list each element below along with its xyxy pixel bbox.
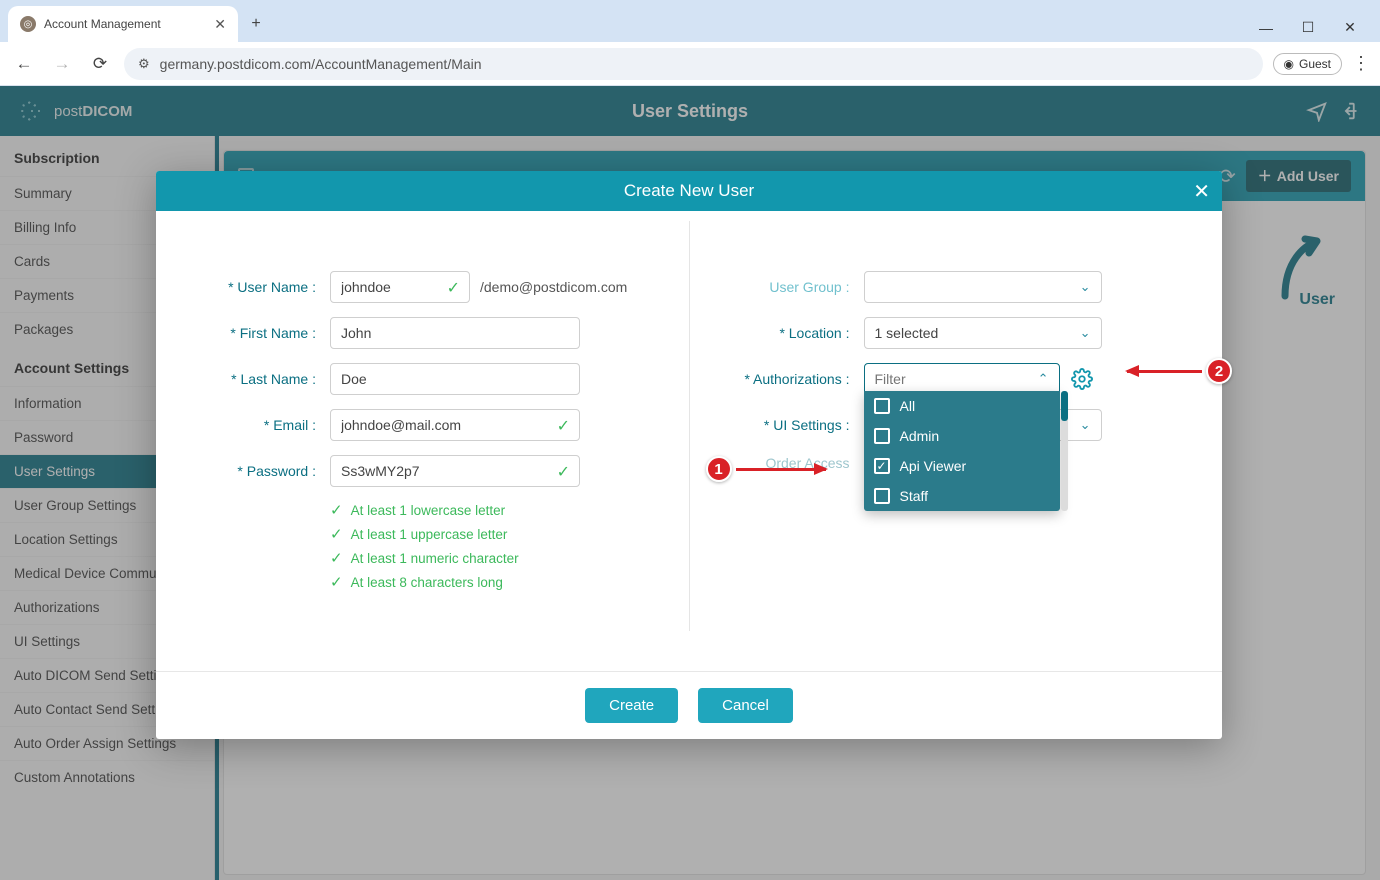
create-user-modal: Create New User ✕ * User Name : ✓ /demo@… [156,171,1222,739]
row-first-name: * First Name : [186,317,659,349]
checkbox-icon [874,428,890,444]
tab-title: Account Management [44,17,161,31]
tab-close-icon[interactable]: ✕ [214,16,226,33]
label-location: * Location : [720,325,850,341]
row-user-group: User Group : ⌄ [720,271,1193,303]
auth-option-staff[interactable]: Staff [864,481,1060,511]
domain-suffix: /demo@postdicom.com [480,279,627,295]
row-user-name: * User Name : ✓ /demo@postdicom.com [186,271,659,303]
row-email: * Email : ✓ [186,409,659,441]
tab-strip: ◎ Account Management ✕ + [8,6,270,42]
guest-label: Guest [1299,57,1331,71]
browser-tab[interactable]: ◎ Account Management ✕ [8,6,238,42]
check-icon: ✓ [557,416,570,436]
password-rules: ✓At least 1 lowercase letter ✓At least 1… [330,501,659,591]
row-password: * Password : ✓ [186,455,659,487]
location-select[interactable]: 1 selected ⌄ [864,317,1102,349]
label-last-name: * Last Name : [186,371,316,387]
modal-footer: Create Cancel [156,671,1222,739]
chevron-up-icon: ⌃ [1038,371,1049,387]
guest-icon: ◉ [1284,57,1294,71]
annotation-arrow-1 [736,468,826,471]
checkbox-icon [874,398,890,414]
label-user-name: * User Name : [186,279,316,295]
cancel-button[interactable]: Cancel [698,688,793,723]
label-authorizations: * Authorizations : [720,371,850,387]
annotation-badge-1: 1 [706,456,732,482]
check-icon: ✓ [330,573,343,591]
location-value: 1 selected [875,325,939,341]
modal-title: Create New User [624,181,754,201]
modal-body: * User Name : ✓ /demo@postdicom.com * Fi… [156,211,1222,671]
profile-button[interactable]: ◉ Guest [1273,53,1343,75]
authorizations-filter-input[interactable] [875,371,1014,387]
auth-option-api-viewer[interactable]: Api Viewer [864,451,1060,481]
label-user-group: User Group : [720,279,850,295]
modal-close-icon[interactable]: ✕ [1193,179,1210,204]
pw-rule: ✓At least 1 lowercase letter [330,501,659,519]
minimize-icon[interactable]: ― [1252,20,1280,36]
checkbox-icon [874,488,890,504]
authorizations-gear-button[interactable] [1068,365,1096,393]
maximize-icon[interactable]: ☐ [1294,19,1322,36]
pw-rule: ✓At least 8 characters long [330,573,659,591]
modal-right-column: User Group : ⌄ * Location : 1 selected ⌄… [690,221,1223,631]
annotation-arrow-2 [1127,370,1202,373]
dropdown-scrollbar[interactable] [1061,391,1068,511]
pw-rule: ✓At least 1 numeric character [330,549,659,567]
close-window-icon[interactable]: ✕ [1336,19,1364,36]
row-location: * Location : 1 selected ⌄ [720,317,1193,349]
email-input[interactable] [330,409,580,441]
modal-left-column: * User Name : ✓ /demo@postdicom.com * Fi… [156,221,690,631]
chevron-down-icon: ⌄ [1080,279,1091,295]
browser-toolbar: ← → ⟳ ⚙ germany.postdicom.com/AccountMan… [0,42,1380,86]
pw-rule: ✓At least 1 uppercase letter [330,525,659,543]
app-viewport: postDICOM User Settings Subscription Sum… [0,86,1380,880]
password-input[interactable] [330,455,580,487]
last-name-input[interactable] [330,363,580,395]
check-icon: ✓ [447,278,460,298]
check-icon: ✓ [557,462,570,482]
site-info-icon[interactable]: ⚙ [138,56,150,72]
window-controls: ― ☐ ✕ [1252,19,1380,42]
back-button[interactable]: ← [10,50,38,78]
check-icon: ✓ [330,501,343,519]
annotation-badge-2: 2 [1206,358,1232,384]
reload-button[interactable]: ⟳ [86,50,114,78]
row-last-name: * Last Name : [186,363,659,395]
forward-button[interactable]: → [48,50,76,78]
auth-option-admin[interactable]: Admin [864,421,1060,451]
create-button[interactable]: Create [585,688,678,723]
label-first-name: * First Name : [186,325,316,341]
check-icon: ✓ [330,525,343,543]
new-tab-button[interactable]: + [242,10,270,38]
label-email: * Email : [186,417,316,433]
favicon-icon: ◎ [20,16,36,32]
chevron-down-icon: ⌄ [1080,325,1091,341]
authorizations-dropdown: All Admin Api Viewer Staff [864,391,1060,511]
modal-header: Create New User ✕ [156,171,1222,211]
label-ui-settings: * UI Settings : [720,417,850,433]
user-group-select[interactable]: ⌄ [864,271,1102,303]
label-password: * Password : [186,463,316,479]
chevron-down-icon: ⌄ [1080,417,1091,433]
auth-option-all[interactable]: All [864,391,1060,421]
address-bar[interactable]: ⚙ germany.postdicom.com/AccountManagemen… [124,48,1263,80]
checkbox-checked-icon [874,458,890,474]
first-name-input[interactable] [330,317,580,349]
browser-menu-icon[interactable]: ⋮ [1352,53,1370,74]
url-text: germany.postdicom.com/AccountManagement/… [160,56,482,72]
check-icon: ✓ [330,549,343,567]
browser-top-bar: ◎ Account Management ✕ + ― ☐ ✕ [0,0,1380,42]
